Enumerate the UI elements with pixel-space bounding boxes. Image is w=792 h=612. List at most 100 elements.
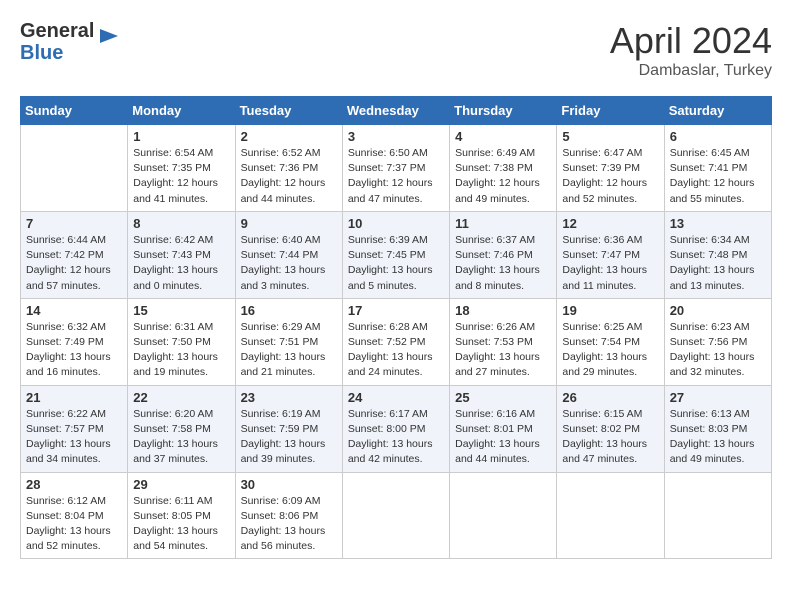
header-thursday: Thursday — [450, 97, 557, 125]
table-row: 12 Sunrise: 6:36 AMSunset: 7:47 PMDaylig… — [557, 211, 664, 298]
day-info: Sunrise: 6:17 AMSunset: 8:00 PMDaylight:… — [348, 407, 444, 468]
day-info: Sunrise: 6:26 AMSunset: 7:53 PMDaylight:… — [455, 320, 551, 381]
table-row: 21 Sunrise: 6:22 AMSunset: 7:57 PMDaylig… — [21, 385, 128, 472]
table-row — [450, 472, 557, 559]
table-row: 10 Sunrise: 6:39 AMSunset: 7:45 PMDaylig… — [342, 211, 449, 298]
day-number: 2 — [241, 129, 337, 144]
day-info: Sunrise: 6:42 AMSunset: 7:43 PMDaylight:… — [133, 233, 229, 294]
day-info: Sunrise: 6:49 AMSunset: 7:38 PMDaylight:… — [455, 146, 551, 207]
table-row: 23 Sunrise: 6:19 AMSunset: 7:59 PMDaylig… — [235, 385, 342, 472]
day-info: Sunrise: 6:29 AMSunset: 7:51 PMDaylight:… — [241, 320, 337, 381]
day-info: Sunrise: 6:16 AMSunset: 8:01 PMDaylight:… — [455, 407, 551, 468]
table-row: 28 Sunrise: 6:12 AMSunset: 8:04 PMDaylig… — [21, 472, 128, 559]
header-wednesday: Wednesday — [342, 97, 449, 125]
header-sunday: Sunday — [21, 97, 128, 125]
day-number: 24 — [348, 390, 444, 405]
day-number: 3 — [348, 129, 444, 144]
day-number: 16 — [241, 303, 337, 318]
table-row: 1 Sunrise: 6:54 AMSunset: 7:35 PMDayligh… — [128, 125, 235, 212]
day-info: Sunrise: 6:34 AMSunset: 7:48 PMDaylight:… — [670, 233, 766, 294]
day-info: Sunrise: 6:47 AMSunset: 7:39 PMDaylight:… — [562, 146, 658, 207]
table-row: 14 Sunrise: 6:32 AMSunset: 7:49 PMDaylig… — [21, 298, 128, 385]
day-info: Sunrise: 6:12 AMSunset: 8:04 PMDaylight:… — [26, 494, 122, 555]
day-info: Sunrise: 6:15 AMSunset: 8:02 PMDaylight:… — [562, 407, 658, 468]
day-info: Sunrise: 6:20 AMSunset: 7:58 PMDaylight:… — [133, 407, 229, 468]
day-number: 4 — [455, 129, 551, 144]
calendar-header-row: Sunday Monday Tuesday Wednesday Thursday… — [21, 97, 772, 125]
day-info: Sunrise: 6:32 AMSunset: 7:49 PMDaylight:… — [26, 320, 122, 381]
day-info: Sunrise: 6:39 AMSunset: 7:45 PMDaylight:… — [348, 233, 444, 294]
day-number: 26 — [562, 390, 658, 405]
day-info: Sunrise: 6:54 AMSunset: 7:35 PMDaylight:… — [133, 146, 229, 207]
table-row: 20 Sunrise: 6:23 AMSunset: 7:56 PMDaylig… — [664, 298, 771, 385]
header-saturday: Saturday — [664, 97, 771, 125]
table-row: 29 Sunrise: 6:11 AMSunset: 8:05 PMDaylig… — [128, 472, 235, 559]
header-friday: Friday — [557, 97, 664, 125]
day-number: 8 — [133, 216, 229, 231]
day-number: 29 — [133, 477, 229, 492]
table-row: 3 Sunrise: 6:50 AMSunset: 7:37 PMDayligh… — [342, 125, 449, 212]
month-year-title: April 2024 — [610, 20, 772, 62]
day-number: 17 — [348, 303, 444, 318]
table-row — [21, 125, 128, 212]
header-tuesday: Tuesday — [235, 97, 342, 125]
table-row: 4 Sunrise: 6:49 AMSunset: 7:38 PMDayligh… — [450, 125, 557, 212]
calendar-table: Sunday Monday Tuesday Wednesday Thursday… — [20, 96, 772, 559]
day-info: Sunrise: 6:50 AMSunset: 7:37 PMDaylight:… — [348, 146, 444, 207]
day-number: 5 — [562, 129, 658, 144]
day-number: 23 — [241, 390, 337, 405]
calendar-week-row: 7 Sunrise: 6:44 AMSunset: 7:42 PMDayligh… — [21, 211, 772, 298]
day-number: 15 — [133, 303, 229, 318]
table-row: 9 Sunrise: 6:40 AMSunset: 7:44 PMDayligh… — [235, 211, 342, 298]
table-row: 27 Sunrise: 6:13 AMSunset: 8:03 PMDaylig… — [664, 385, 771, 472]
day-number: 1 — [133, 129, 229, 144]
day-info: Sunrise: 6:23 AMSunset: 7:56 PMDaylight:… — [670, 320, 766, 381]
table-row — [342, 472, 449, 559]
day-info: Sunrise: 6:45 AMSunset: 7:41 PMDaylight:… — [670, 146, 766, 207]
day-number: 28 — [26, 477, 122, 492]
table-row: 22 Sunrise: 6:20 AMSunset: 7:58 PMDaylig… — [128, 385, 235, 472]
table-row — [557, 472, 664, 559]
table-row: 13 Sunrise: 6:34 AMSunset: 7:48 PMDaylig… — [664, 211, 771, 298]
day-info: Sunrise: 6:52 AMSunset: 7:36 PMDaylight:… — [241, 146, 337, 207]
page-header: General Blue April 2024 Dambaslar, Turke… — [20, 20, 772, 80]
day-info: Sunrise: 6:40 AMSunset: 7:44 PMDaylight:… — [241, 233, 337, 294]
calendar-week-row: 21 Sunrise: 6:22 AMSunset: 7:57 PMDaylig… — [21, 385, 772, 472]
day-info: Sunrise: 6:44 AMSunset: 7:42 PMDaylight:… — [26, 233, 122, 294]
table-row: 8 Sunrise: 6:42 AMSunset: 7:43 PMDayligh… — [128, 211, 235, 298]
table-row: 11 Sunrise: 6:37 AMSunset: 7:46 PMDaylig… — [450, 211, 557, 298]
day-number: 20 — [670, 303, 766, 318]
day-number: 9 — [241, 216, 337, 231]
table-row: 17 Sunrise: 6:28 AMSunset: 7:52 PMDaylig… — [342, 298, 449, 385]
day-number: 27 — [670, 390, 766, 405]
day-number: 14 — [26, 303, 122, 318]
day-number: 12 — [562, 216, 658, 231]
day-number: 13 — [670, 216, 766, 231]
day-info: Sunrise: 6:37 AMSunset: 7:46 PMDaylight:… — [455, 233, 551, 294]
day-info: Sunrise: 6:25 AMSunset: 7:54 PMDaylight:… — [562, 320, 658, 381]
logo-general: General — [20, 20, 94, 42]
day-number: 25 — [455, 390, 551, 405]
day-info: Sunrise: 6:22 AMSunset: 7:57 PMDaylight:… — [26, 407, 122, 468]
day-info: Sunrise: 6:09 AMSunset: 8:06 PMDaylight:… — [241, 494, 337, 555]
table-row: 2 Sunrise: 6:52 AMSunset: 7:36 PMDayligh… — [235, 125, 342, 212]
day-info: Sunrise: 6:11 AMSunset: 8:05 PMDaylight:… — [133, 494, 229, 555]
table-row: 30 Sunrise: 6:09 AMSunset: 8:06 PMDaylig… — [235, 472, 342, 559]
logo-blue: Blue — [20, 42, 63, 64]
table-row — [664, 472, 771, 559]
day-info: Sunrise: 6:36 AMSunset: 7:47 PMDaylight:… — [562, 233, 658, 294]
day-number: 11 — [455, 216, 551, 231]
day-number: 6 — [670, 129, 766, 144]
table-row: 18 Sunrise: 6:26 AMSunset: 7:53 PMDaylig… — [450, 298, 557, 385]
table-row: 5 Sunrise: 6:47 AMSunset: 7:39 PMDayligh… — [557, 125, 664, 212]
table-row: 15 Sunrise: 6:31 AMSunset: 7:50 PMDaylig… — [128, 298, 235, 385]
table-row: 24 Sunrise: 6:17 AMSunset: 8:00 PMDaylig… — [342, 385, 449, 472]
calendar-week-row: 1 Sunrise: 6:54 AMSunset: 7:35 PMDayligh… — [21, 125, 772, 212]
logo: General Blue — [20, 20, 120, 64]
day-number: 21 — [26, 390, 122, 405]
table-row: 19 Sunrise: 6:25 AMSunset: 7:54 PMDaylig… — [557, 298, 664, 385]
day-info: Sunrise: 6:19 AMSunset: 7:59 PMDaylight:… — [241, 407, 337, 468]
day-number: 30 — [241, 477, 337, 492]
table-row: 16 Sunrise: 6:29 AMSunset: 7:51 PMDaylig… — [235, 298, 342, 385]
logo-arrow-icon — [98, 25, 120, 47]
